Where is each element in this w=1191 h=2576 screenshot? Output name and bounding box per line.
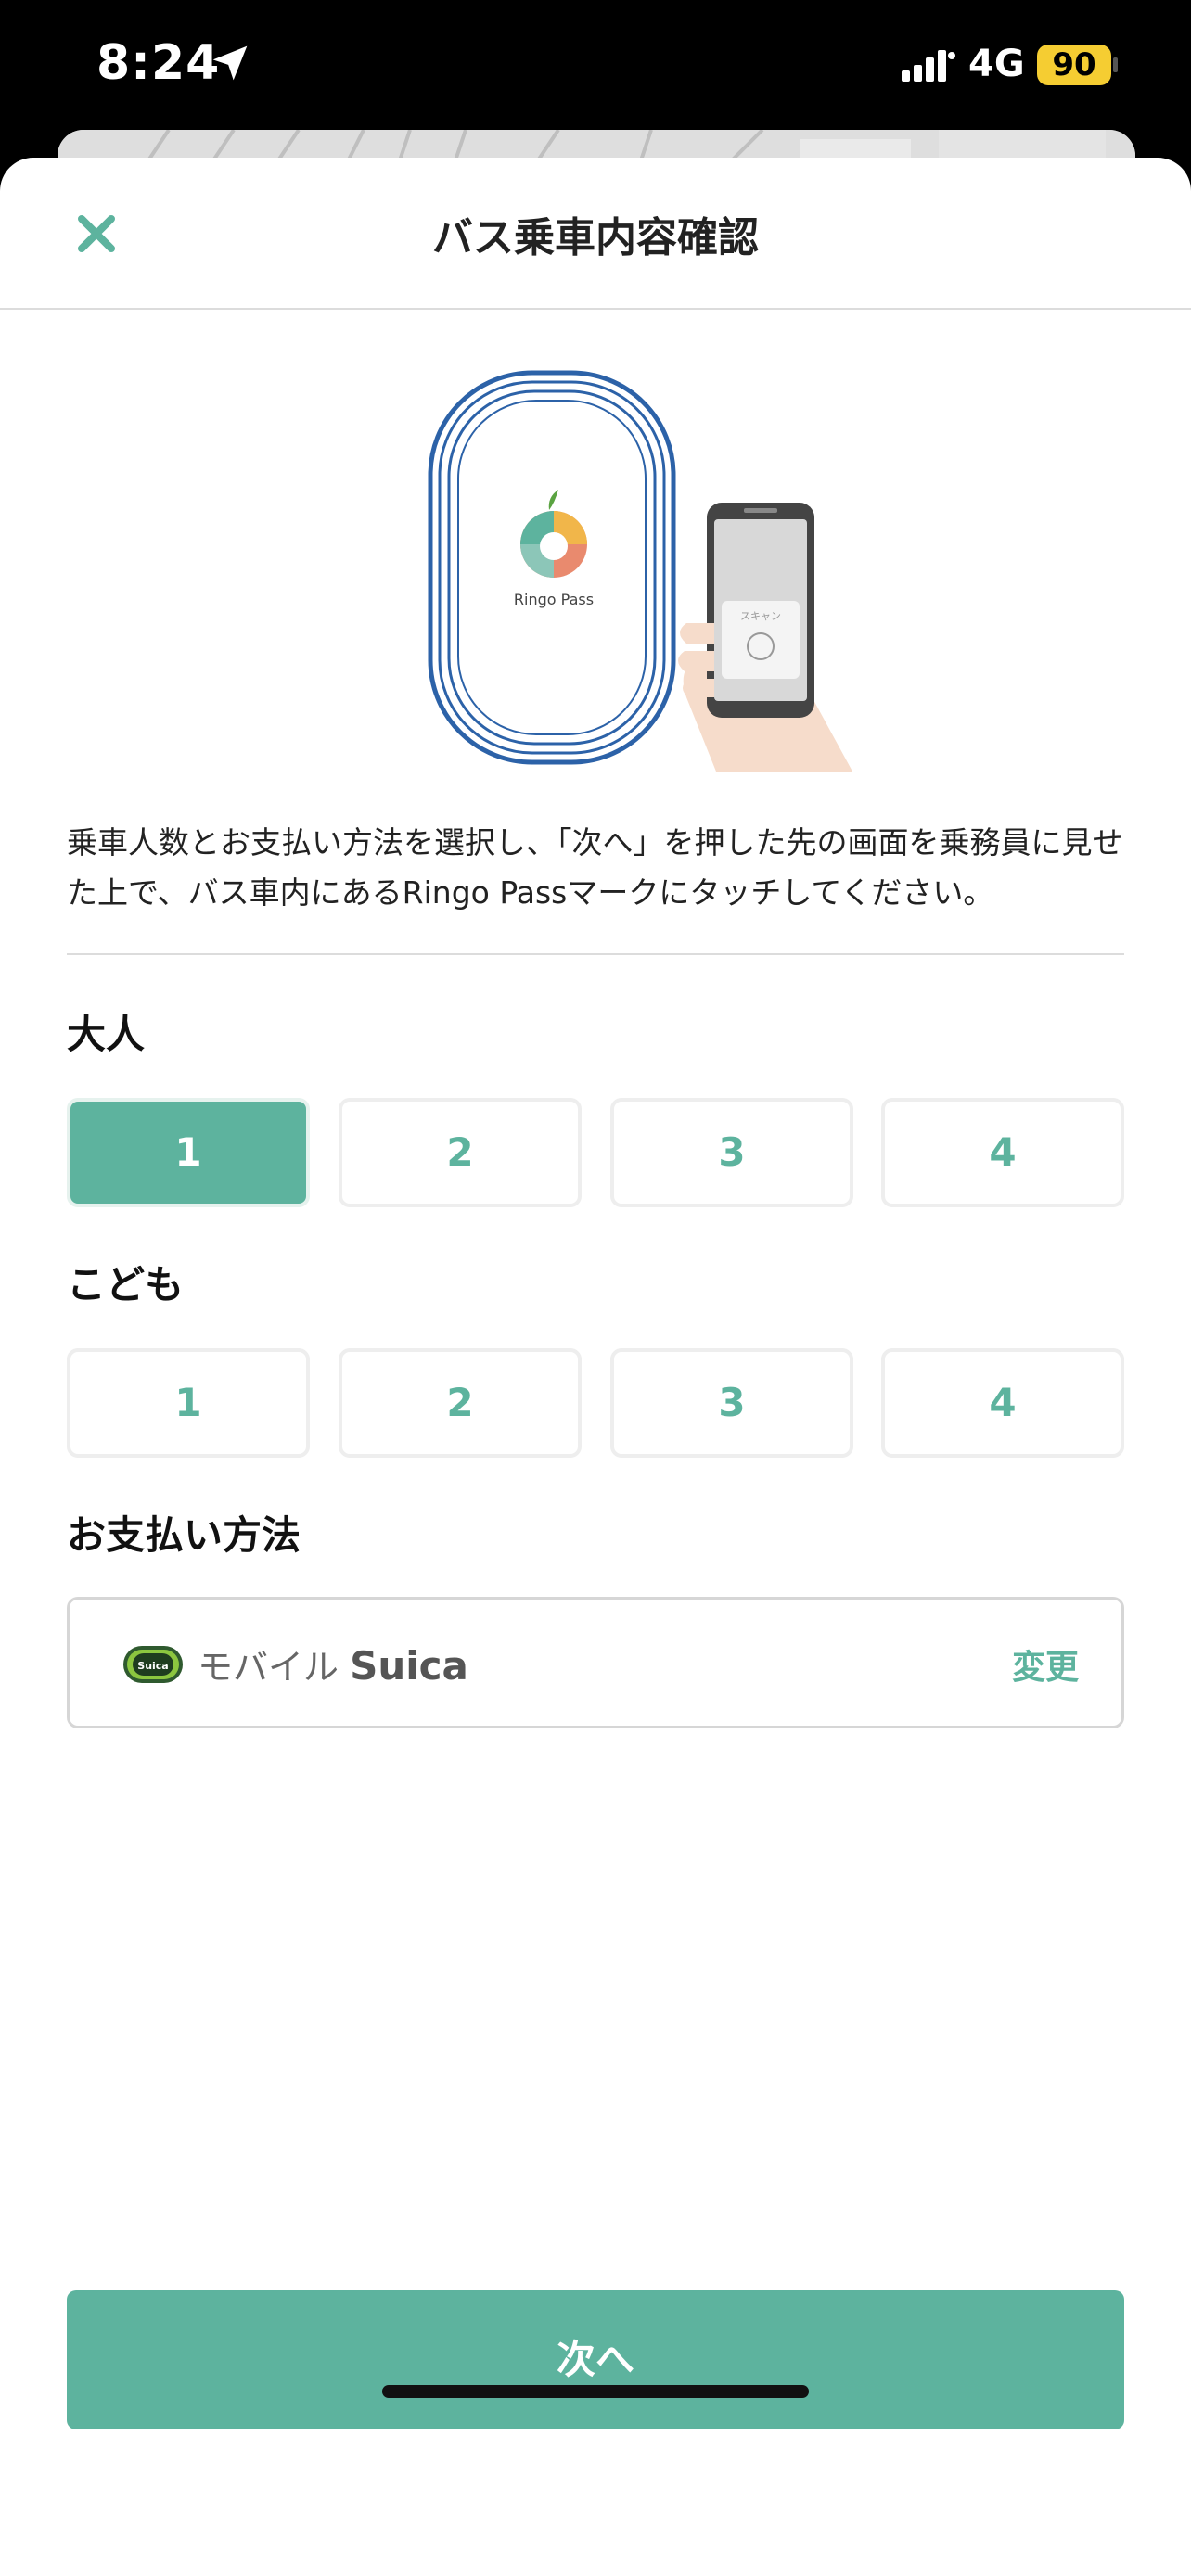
payment-method-brand: Suica [350, 1643, 468, 1689]
cellular-signal-icon [902, 50, 955, 82]
adults-option-4[interactable]: 4 [881, 1098, 1124, 1207]
children-option-1[interactable]: 1 [67, 1348, 310, 1458]
children-count-selector: 1 2 3 4 [67, 1348, 1124, 1458]
status-bar: 8:24 4G 90 [0, 0, 1191, 130]
svg-text:Suica: Suica [137, 1660, 168, 1672]
ringo-pass-touch-illustration: Ringo Pass スキャン [428, 370, 853, 772]
adults-count-selector: 1 2 3 4 [67, 1098, 1124, 1207]
children-option-4[interactable]: 4 [881, 1348, 1124, 1458]
divider [67, 953, 1124, 955]
adults-label: 大人 [67, 1012, 146, 1057]
illustration-brand-label: Ringo Pass [514, 591, 594, 608]
adults-option-1[interactable]: 1 [67, 1098, 310, 1207]
battery-indicator: 90 [1037, 45, 1111, 85]
payment-method-label: お支払い方法 [67, 1512, 301, 1558]
instructions-text: 乗車人数とお支払い方法を選択し、「次へ」を押した先の画面を乗務員に見せた上で、バ… [67, 824, 1123, 911]
sheet-header: バス乗車内容確認 [0, 158, 1191, 310]
children-label: こども [67, 1262, 185, 1307]
suica-icon: Suica [123, 1646, 183, 1683]
status-time: 8:24 [96, 35, 221, 91]
change-payment-button[interactable]: 変更 [1012, 1640, 1079, 1689]
payment-method-selector[interactable]: Suica モバイル Suica 変更 [67, 1597, 1124, 1728]
payment-method-prefix: モバイル [198, 1647, 339, 1688]
children-option-3[interactable]: 3 [610, 1348, 853, 1458]
battery-tip [1113, 57, 1118, 72]
home-indicator[interactable] [382, 2385, 809, 2398]
ride-confirmation-sheet: バス乗車内容確認 Ringo Pass スキャン 乗車人数とお支払い方法を選択し… [0, 158, 1191, 2576]
next-button[interactable]: 次へ [67, 2290, 1124, 2429]
adults-option-2[interactable]: 2 [339, 1098, 582, 1207]
phone-screen-text: スキャン [740, 610, 781, 622]
page-title: バス乗車内容確認 [432, 214, 759, 261]
network-type: 4G [968, 43, 1025, 85]
children-option-2[interactable]: 2 [339, 1348, 582, 1458]
adults-option-3[interactable]: 3 [610, 1098, 853, 1207]
payment-method-name: モバイル Suica [198, 1639, 468, 1690]
location-arrow-icon [212, 45, 248, 81]
